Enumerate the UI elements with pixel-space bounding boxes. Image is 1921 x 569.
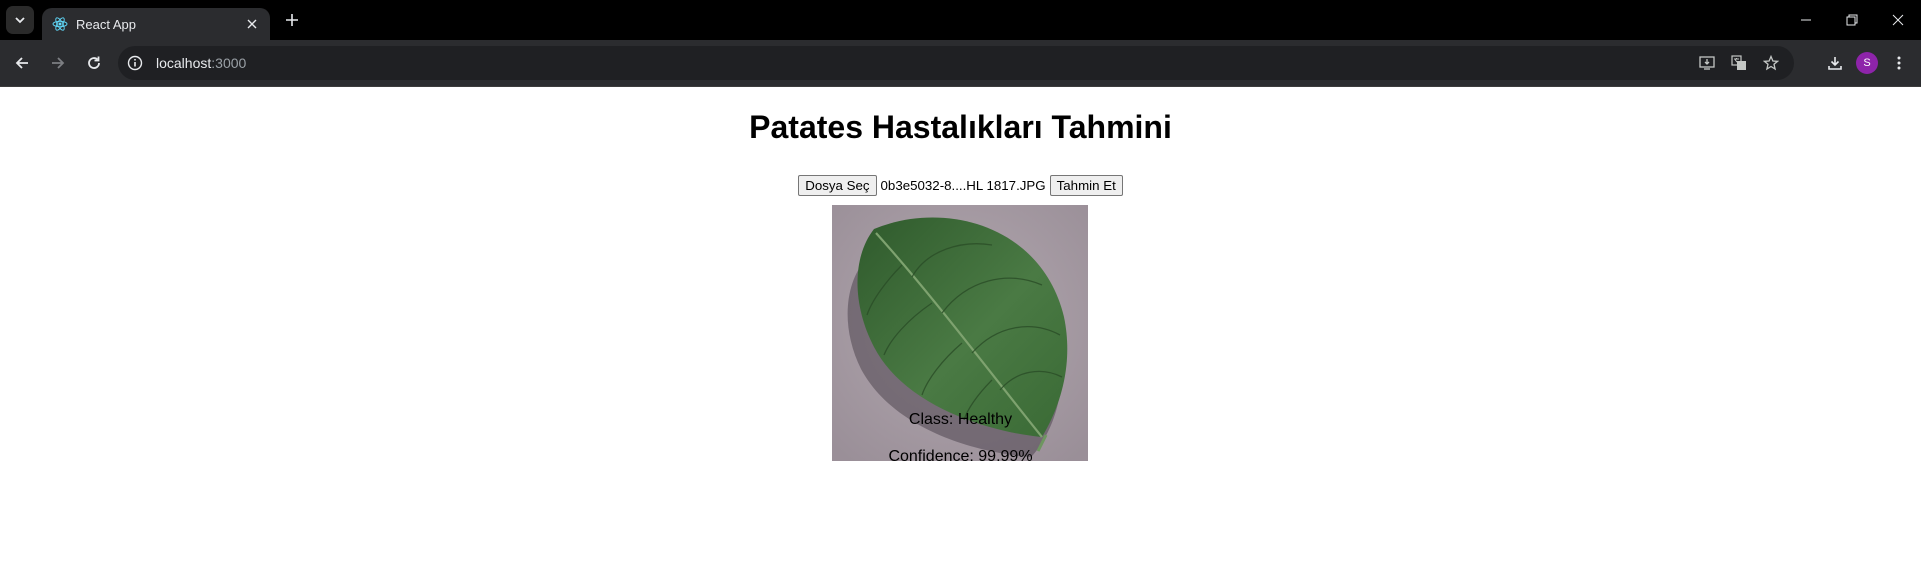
arrow-left-icon: [15, 57, 28, 69]
minimize-icon: [1801, 19, 1811, 21]
tab-strip: React App: [0, 0, 1921, 40]
translate-icon: [1731, 55, 1746, 70]
active-tab[interactable]: React App: [42, 8, 270, 40]
tab-search-button[interactable]: [6, 6, 34, 34]
prediction-class: Class: Healthy: [908, 411, 1013, 428]
window-controls: [1783, 0, 1921, 40]
forward-button[interactable]: [42, 47, 74, 79]
install-app-button[interactable]: [1694, 50, 1720, 76]
selected-file-name: 0b3e5032-8....HL 1817.JPG: [880, 178, 1046, 193]
address-bar-actions: [1694, 46, 1784, 80]
predict-button[interactable]: Tahmin Et: [1049, 175, 1123, 196]
restore-icon: [1846, 14, 1858, 26]
info-icon: [127, 55, 143, 71]
close-window-button[interactable]: [1875, 0, 1921, 40]
tab-close-button[interactable]: [244, 16, 260, 32]
prediction-confidence: Confidence: 99.99%: [888, 448, 1033, 465]
react-logo-icon: [52, 17, 68, 31]
tab-title: React App: [76, 16, 136, 32]
star-icon: [1763, 55, 1779, 71]
address-bar[interactable]: localhost:3000: [118, 46, 1794, 80]
plus-icon: [286, 14, 298, 26]
browser-toolbar: localhost:3000 S: [0, 40, 1921, 87]
downloads-button[interactable]: [1819, 47, 1851, 79]
reload-icon: [88, 56, 100, 69]
arrow-right-icon: [52, 57, 65, 69]
profile-button[interactable]: S: [1851, 47, 1883, 79]
chevron-down-icon: [15, 17, 25, 24]
bookmark-button[interactable]: [1758, 50, 1784, 76]
new-tab-button[interactable]: [278, 6, 306, 34]
more-vert-icon: [1897, 56, 1901, 70]
minimize-button[interactable]: [1783, 0, 1829, 40]
url-host: localhost: [156, 55, 212, 71]
url-text: localhost:3000: [156, 55, 246, 71]
back-button[interactable]: [6, 47, 38, 79]
site-info-button[interactable]: [122, 50, 148, 76]
page-content: Patates Hastalıkları Tahmini Dosya Seç 0…: [0, 87, 1921, 569]
translate-button[interactable]: [1726, 50, 1752, 76]
install-app-icon: [1699, 56, 1715, 70]
download-icon: [1828, 57, 1842, 70]
menu-button[interactable]: [1883, 47, 1915, 79]
avatar: S: [1856, 52, 1878, 74]
url-port: :3000: [211, 55, 247, 71]
upload-form: Dosya Seç 0b3e5032-8....HL 1817.JPG Tahm…: [0, 175, 1921, 196]
toolbar-right: S: [1819, 47, 1915, 79]
choose-file-button[interactable]: Dosya Seç: [798, 175, 877, 196]
page-title: Patates Hastalıkları Tahmini: [749, 109, 1172, 145]
close-icon: [1892, 14, 1904, 26]
reload-button[interactable]: [78, 47, 110, 79]
restore-button[interactable]: [1829, 0, 1875, 40]
close-icon: [247, 19, 257, 29]
